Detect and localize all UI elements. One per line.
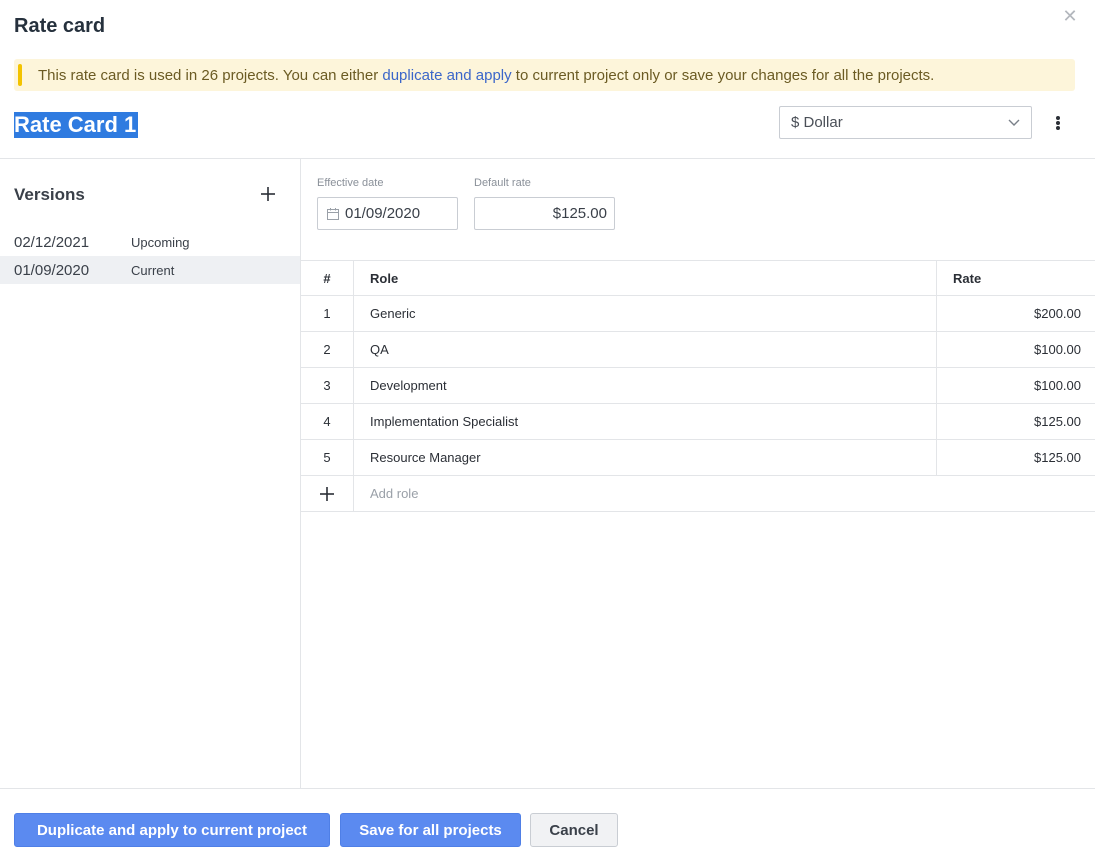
header-rate: Rate — [936, 261, 1095, 295]
row-role[interactable]: Resource Manager — [370, 450, 481, 465]
save-for-all-button[interactable]: Save for all projects — [340, 813, 521, 847]
version-status: Current — [131, 262, 175, 278]
table-row[interactable]: 3 Development $100.00 — [301, 368, 1095, 404]
more-options-icon[interactable] — [1050, 114, 1066, 132]
row-rate[interactable]: $125.00 — [936, 440, 1095, 475]
table-row[interactable]: 1 Generic $200.00 — [301, 296, 1095, 332]
header-num: # — [301, 261, 354, 295]
duplicate-and-apply-button[interactable]: Duplicate and apply to current project — [14, 813, 330, 847]
row-num: 3 — [301, 368, 354, 403]
add-version-icon[interactable] — [258, 184, 278, 204]
cancel-button[interactable]: Cancel — [530, 813, 618, 847]
default-rate-value: $125.00 — [552, 205, 607, 222]
row-rate[interactable]: $200.00 — [936, 296, 1095, 331]
info-banner: This rate card is used in 26 projects. Y… — [14, 59, 1075, 91]
close-icon[interactable]: ✕ — [1061, 7, 1079, 25]
version-date: 01/09/2020 — [14, 261, 90, 279]
header-divider — [0, 158, 1095, 159]
row-rate[interactable]: $125.00 — [936, 404, 1095, 439]
dialog-title: Rate card — [14, 15, 106, 37]
add-role-input[interactable]: Add role — [370, 486, 418, 501]
row-role[interactable]: QA — [370, 342, 389, 357]
row-num: 4 — [301, 404, 354, 439]
table-row[interactable]: 2 QA $100.00 — [301, 332, 1095, 368]
default-rate-input[interactable]: $125.00 — [474, 197, 615, 230]
row-role[interactable]: Implementation Specialist — [370, 414, 518, 429]
roles-table: # Role Rate 1 Generic $200.00 2 QA $100.… — [301, 260, 1095, 512]
version-date: 02/12/2021 — [14, 233, 90, 251]
row-rate[interactable]: $100.00 — [936, 368, 1095, 403]
version-status: Upcoming — [131, 234, 190, 250]
versions-title: Versions — [14, 185, 85, 204]
table-header-row: # Role Rate — [301, 260, 1095, 296]
row-num: 2 — [301, 332, 354, 367]
row-num: 5 — [301, 440, 354, 475]
row-role[interactable]: Generic — [370, 306, 416, 321]
table-row[interactable]: 5 Resource Manager $125.00 — [301, 440, 1095, 476]
add-role-cell[interactable] — [301, 476, 354, 511]
calendar-icon — [327, 207, 339, 220]
chevron-down-icon — [1008, 119, 1020, 126]
effective-date-label: Effective date — [317, 177, 384, 189]
row-num: 1 — [301, 296, 354, 331]
row-role[interactable]: Development — [370, 378, 447, 393]
effective-date-value: 01/09/2020 — [345, 205, 421, 222]
banner-accent-bar — [18, 64, 22, 86]
banner-text-after: to current project only or save your cha… — [511, 66, 935, 84]
table-row[interactable]: 4 Implementation Specialist $125.00 — [301, 404, 1095, 440]
currency-select-value: $ Dollar — [791, 114, 843, 131]
add-role-row[interactable]: Add role — [301, 476, 1095, 512]
duplicate-and-apply-link[interactable]: duplicate and apply — [382, 67, 511, 84]
currency-select[interactable]: $ Dollar — [779, 106, 1032, 139]
row-rate[interactable]: $100.00 — [936, 332, 1095, 367]
plus-icon[interactable] — [319, 486, 335, 502]
banner-text-before: This rate card is used in 26 projects. Y… — [38, 66, 383, 84]
version-row-selected[interactable]: 01/09/2020 Current — [0, 256, 300, 284]
effective-date-input[interactable]: 01/09/2020 — [317, 197, 458, 230]
rate-card-name[interactable]: Rate Card 1 — [14, 112, 139, 138]
header-role: Role — [370, 270, 399, 286]
default-rate-label: Default rate — [474, 177, 531, 189]
footer-divider — [0, 788, 1095, 789]
version-row[interactable]: 02/12/2021 Upcoming — [0, 228, 300, 256]
